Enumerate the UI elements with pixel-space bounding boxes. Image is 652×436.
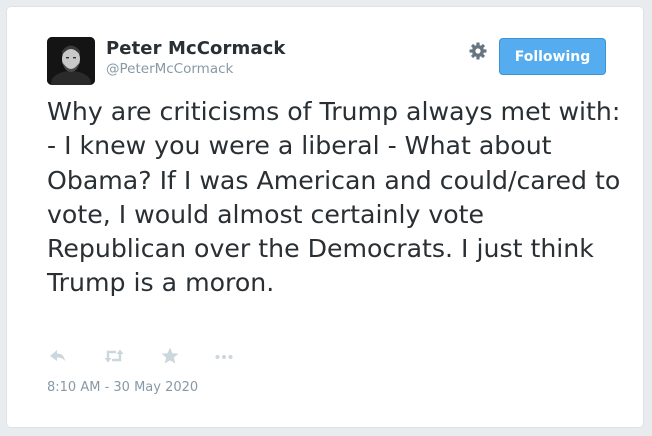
gear-icon[interactable]	[468, 41, 488, 61]
star-icon[interactable]	[159, 345, 181, 367]
user-display-name[interactable]: Peter McCormack	[106, 38, 285, 59]
user-handle[interactable]: @PeterMcCormack	[106, 61, 233, 77]
reply-icon[interactable]	[47, 345, 69, 367]
retweet-icon[interactable]	[103, 345, 125, 367]
following-button[interactable]: Following	[499, 38, 606, 75]
tweet-text: Why are criticisms of Trump always met w…	[47, 97, 621, 298]
avatar[interactable]	[47, 37, 95, 85]
more-icon[interactable]	[213, 345, 235, 367]
tweet-timestamp[interactable]: 8:10 AM - 30 May 2020	[47, 380, 198, 395]
tweet-card: Peter McCormack @PeterMcCormack Followin…	[6, 6, 644, 428]
